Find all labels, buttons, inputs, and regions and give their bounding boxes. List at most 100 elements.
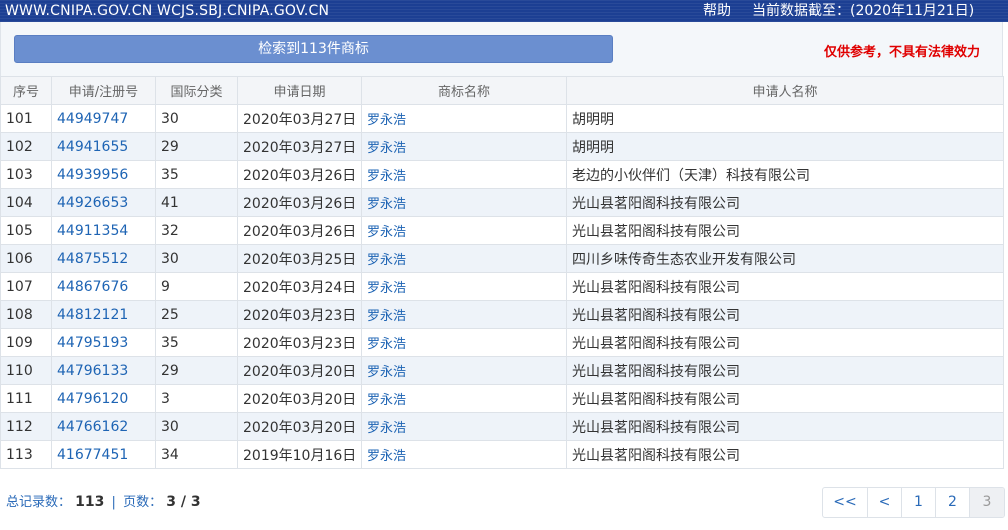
reg-number-link[interactable]: 44875512 <box>51 244 156 273</box>
header-applicant: 申请人名称 <box>566 76 1004 105</box>
intl-class: 41 <box>155 188 238 217</box>
applicant-name: 四川乡味传奇生态农业开发有限公司 <box>566 244 1004 273</box>
table-row: 105 44911354 32 2020年03月26日 罗永浩 光山县茗阳阁科技有限公司 <box>0 216 1004 245</box>
trademark-name-link[interactable]: 罗永浩 <box>361 440 567 469</box>
reg-number-link[interactable]: 44939956 <box>51 160 156 189</box>
applicant-name: 光山县茗阳阁科技有限公司 <box>566 412 1004 441</box>
page-1-button[interactable]: 1 <box>902 488 936 517</box>
intl-class: 25 <box>155 300 238 329</box>
row-index: 103 <box>0 160 52 189</box>
app-date: 2020年03月20日 <box>237 384 362 413</box>
intl-class: 34 <box>155 440 238 469</box>
applicant-name: 光山县茗阳阁科技有限公司 <box>566 272 1004 301</box>
reg-number-link[interactable]: 44796133 <box>51 356 156 385</box>
row-index: 101 <box>0 104 52 133</box>
header-reg-number: 申请/注册号 <box>51 76 156 105</box>
trademark-name-link[interactable]: 罗永浩 <box>361 328 567 357</box>
header-trademark-name: 商标名称 <box>361 76 567 105</box>
reg-number-link[interactable]: 44766162 <box>51 412 156 441</box>
total-records-value: 113 <box>75 494 105 510</box>
trademark-name-link[interactable]: 罗永浩 <box>361 160 567 189</box>
prev-page-button[interactable]: < <box>868 488 902 517</box>
trademark-name-link[interactable]: 罗永浩 <box>361 412 567 441</box>
app-date: 2020年03月24日 <box>237 272 362 301</box>
intl-class: 30 <box>155 244 238 273</box>
trademark-name-link[interactable]: 罗永浩 <box>361 216 567 245</box>
reg-number-link[interactable]: 44795193 <box>51 328 156 357</box>
page-2-button[interactable]: 2 <box>936 488 970 517</box>
intl-class: 35 <box>155 328 238 357</box>
intl-class: 3 <box>155 384 238 413</box>
trademark-name-link[interactable]: 罗永浩 <box>361 300 567 329</box>
table-row: 101 44949747 30 2020年03月27日 罗永浩 胡明明 <box>0 104 1004 133</box>
row-index: 104 <box>0 188 52 217</box>
trademark-name-link[interactable]: 罗永浩 <box>361 272 567 301</box>
trademark-name-link[interactable]: 罗永浩 <box>361 384 567 413</box>
table-row: 110 44796133 29 2020年03月20日 罗永浩 光山县茗阳阁科技有限公司 <box>0 356 1004 385</box>
intl-class: 29 <box>155 356 238 385</box>
app-date: 2020年03月27日 <box>237 132 362 161</box>
applicant-name: 胡明明 <box>566 132 1004 161</box>
intl-class: 9 <box>155 272 238 301</box>
total-records-label: 总记录数： <box>6 495 72 510</box>
help-link[interactable]: 帮助 <box>703 0 731 22</box>
trademark-name-link[interactable]: 罗永浩 <box>361 356 567 385</box>
reg-number-link[interactable]: 44911354 <box>51 216 156 245</box>
row-index: 102 <box>0 132 52 161</box>
table-row: 112 44766162 30 2020年03月20日 罗永浩 光山县茗阳阁科技有限公司 <box>0 412 1004 441</box>
intl-class: 32 <box>155 216 238 245</box>
reg-number-link[interactable]: 41677451 <box>51 440 156 469</box>
app-date: 2020年03月26日 <box>237 216 362 245</box>
applicant-name: 光山县茗阳阁科技有限公司 <box>566 216 1004 245</box>
trademark-name-link[interactable]: 罗永浩 <box>361 188 567 217</box>
pages-value: 3 / 3 <box>166 494 201 510</box>
results-summary-panel: 检索到113件商标 仅供参考，不具有法律效力 <box>0 22 1003 76</box>
reg-number-link[interactable]: 44796120 <box>51 384 156 413</box>
applicant-name: 胡明明 <box>566 104 1004 133</box>
row-index: 107 <box>0 272 52 301</box>
reg-number-link[interactable]: 44812121 <box>51 300 156 329</box>
applicant-name: 光山县茗阳阁科技有限公司 <box>566 356 1004 385</box>
applicant-name: 光山县茗阳阁科技有限公司 <box>566 300 1004 329</box>
app-date: 2020年03月26日 <box>237 160 362 189</box>
table-row: 107 44867676 9 2020年03月24日 罗永浩 光山县茗阳阁科技有限公司 <box>0 272 1004 301</box>
reg-number-link[interactable]: 44949747 <box>51 104 156 133</box>
pagination: << < 1 2 3 <box>822 487 1005 518</box>
applicant-name: 光山县茗阳阁科技有限公司 <box>566 440 1004 469</box>
search-result-count-button[interactable]: 检索到113件商标 <box>14 35 613 63</box>
table-row: 106 44875512 30 2020年03月25日 罗永浩 四川乡味传奇生态农业开发有… <box>0 244 1004 273</box>
app-date: 2020年03月20日 <box>237 412 362 441</box>
applicant-name: 光山县茗阳阁科技有限公司 <box>566 328 1004 357</box>
row-index: 105 <box>0 216 52 245</box>
header-intl-class: 国际分类 <box>155 76 238 105</box>
table-row: 108 44812121 25 2020年03月23日 罗永浩 光山县茗阳阁科技有限公司 <box>0 300 1004 329</box>
row-index: 113 <box>0 440 52 469</box>
intl-class: 35 <box>155 160 238 189</box>
table-row: 104 44926653 41 2020年03月26日 罗永浩 光山县茗阳阁科技有限公司 <box>0 188 1004 217</box>
applicant-name: 老边的小伙伴们（天津）科技有限公司 <box>566 160 1004 189</box>
applicant-name: 光山县茗阳阁科技有限公司 <box>566 384 1004 413</box>
row-index: 112 <box>0 412 52 441</box>
pages-label: 页数： <box>123 495 163 510</box>
app-date: 2020年03月25日 <box>237 244 362 273</box>
reg-number-link[interactable]: 44867676 <box>51 272 156 301</box>
stats-separator: | <box>111 495 116 510</box>
top-bar: WWW.CNIPA.GOV.CN WCJS.SBJ.CNIPA.GOV.CN 帮… <box>0 0 1008 22</box>
reg-number-link[interactable]: 44941655 <box>51 132 156 161</box>
trademark-results-table: 序号 申请/注册号 国际分类 申请日期 商标名称 申请人名称 101 449497… <box>0 76 1004 469</box>
table-row: 113 41677451 34 2019年10月16日 罗永浩 光山县茗阳阁科技有限公司 <box>0 440 1004 469</box>
record-stats: 总记录数： 113 | 页数： 3 / 3 <box>6 491 201 510</box>
first-page-button[interactable]: << <box>823 488 868 517</box>
page-3-button-current: 3 <box>970 488 1004 517</box>
row-index: 106 <box>0 244 52 273</box>
intl-class: 30 <box>155 104 238 133</box>
header-index: 序号 <box>0 76 52 105</box>
site-urls: WWW.CNIPA.GOV.CN WCJS.SBJ.CNIPA.GOV.CN <box>5 3 330 19</box>
legal-disclaimer: 仅供参考，不具有法律效力 <box>824 45 981 60</box>
trademark-name-link[interactable]: 罗永浩 <box>361 104 567 133</box>
table-row: 111 44796120 3 2020年03月20日 罗永浩 光山县茗阳阁科技有限公司 <box>0 384 1004 413</box>
trademark-name-link[interactable]: 罗永浩 <box>361 244 567 273</box>
trademark-name-link[interactable]: 罗永浩 <box>361 132 567 161</box>
reg-number-link[interactable]: 44926653 <box>51 188 156 217</box>
app-date: 2020年03月20日 <box>237 356 362 385</box>
